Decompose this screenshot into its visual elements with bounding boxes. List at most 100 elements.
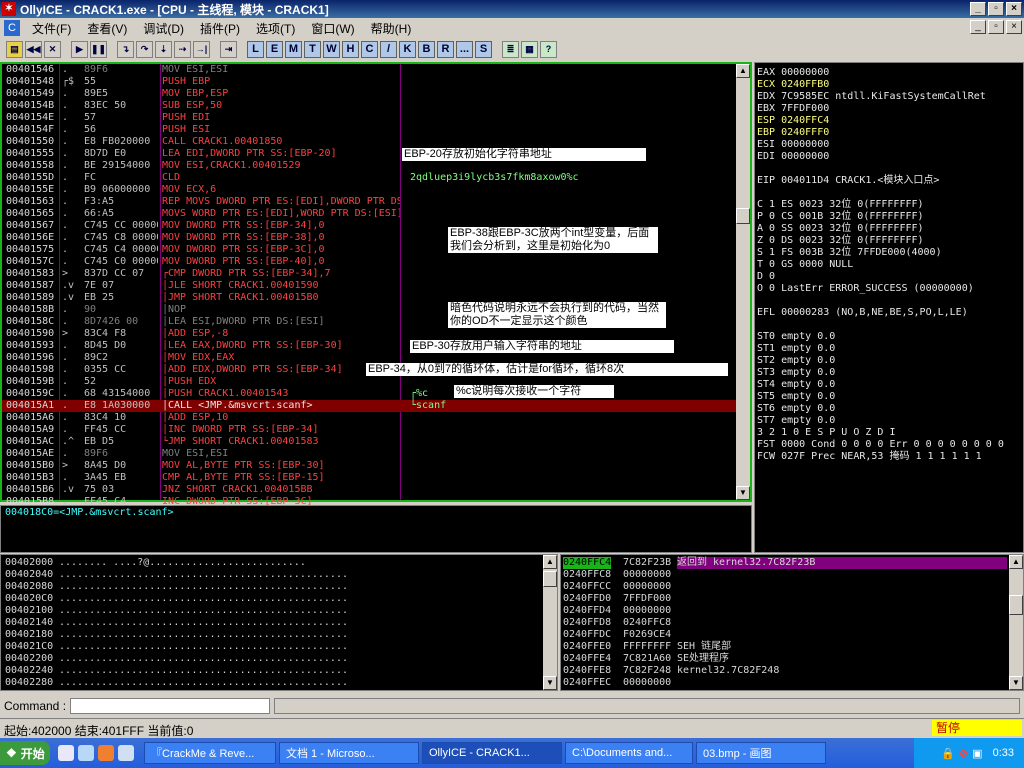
firefox-quicklaunch-icon[interactable]: [98, 745, 114, 761]
menu-file[interactable]: 文件(F): [24, 20, 79, 37]
register-row[interactable]: FST 0000 Cond 0 0 0 0 Err 0 0 0 0 0 0 0 …: [757, 439, 1004, 451]
close-button[interactable]: ×: [1006, 2, 1022, 16]
register-row[interactable]: Z 0 DS 0023 32位 0(FFFFFFFF): [757, 235, 924, 247]
threads-button[interactable]: T: [304, 40, 321, 58]
register-row[interactable]: EBX 7FFDF000: [757, 103, 829, 115]
menu-window[interactable]: 窗口(W): [303, 20, 362, 37]
stack-scrollbar[interactable]: ▲ ▼: [1009, 555, 1023, 690]
scroll-up-arrow-icon[interactable]: ▲: [543, 555, 557, 569]
disasm-row[interactable]: 00401563. F3:A5 REP MOVS DWORD PTR ES:[EDI…: [2, 196, 737, 208]
taskbar-item[interactable]: C:\Documents and...: [565, 742, 693, 764]
stack-row[interactable]: 0240FFE8 7C82F248 kernel32.7C82F248: [561, 665, 1007, 677]
register-row[interactable]: ST4 empty 0.0: [757, 379, 835, 391]
patches-button[interactable]: /: [380, 40, 397, 58]
cpu-button[interactable]: C: [361, 40, 378, 58]
disasm-row[interactable]: 00401558. BE 29154000 MOV ESI,CRACK1.00401…: [2, 160, 737, 172]
register-row[interactable]: 3 2 1 0 E S P U O Z D I: [757, 427, 895, 439]
register-row[interactable]: ESI 00000000: [757, 139, 829, 151]
register-row[interactable]: O 0 LastErr ERROR_SUCCESS (00000000): [757, 283, 974, 295]
disasm-row[interactable]: 0040155E. B9 06000000 MOV ECX,6: [2, 184, 737, 196]
trace-over-icon[interactable]: ⇢: [174, 40, 191, 58]
register-row[interactable]: EDI 00000000: [757, 151, 829, 163]
register-row[interactable]: EFL 00000283 (NO,B,NE,BE,S,PO,L,LE): [757, 307, 968, 319]
menu-debug[interactable]: 调试(D): [135, 20, 192, 37]
run-trace-button[interactable]: ...: [456, 40, 473, 58]
disasm-row[interactable]: 004015B0 >8A45 D0 MOV AL,BYTE PTR SS:[EBP-…: [2, 460, 737, 472]
disasm-row[interactable]: 00401550. E8 FB020000 CALL CRACK1.00401850: [2, 136, 737, 148]
registers-pane[interactable]: EAX 00000000 ECX 0240FFB0 EDX 7C9585EC ntd…: [754, 62, 1024, 553]
disasm-row[interactable]: 0040159B. 52 │PUSH EDX: [2, 376, 737, 388]
disasm-row[interactable]: 0040154F. 56 PUSH ESI: [2, 124, 737, 136]
log-window-button[interactable]: L: [247, 40, 264, 58]
register-row[interactable]: D 0: [757, 271, 775, 283]
stack-row[interactable]: 0240FFEC 00000000: [561, 677, 1007, 689]
stack-row[interactable]: 0240FFC8 00000000: [561, 569, 1007, 581]
register-row[interactable]: ST2 empty 0.0: [757, 355, 835, 367]
step-into-icon[interactable]: ↴: [117, 40, 134, 58]
register-row[interactable]: ESP 0240FFC4: [757, 115, 829, 127]
disasm-row[interactable]: 00401548 ┌$ 55 PUSH EBP: [2, 76, 737, 88]
network-icon[interactable]: ▣: [972, 747, 982, 760]
taskbar-item[interactable]: 03.bmp - 画图: [696, 742, 826, 764]
stack-row[interactable]: 0240FFE0 FFFFFFFF SEH 链尾部: [561, 641, 1007, 653]
open-icon[interactable]: ▤: [6, 40, 23, 58]
breakpoints-button[interactable]: B: [418, 40, 435, 58]
stack-row[interactable]: 0240FFDC F0269CE4: [561, 629, 1007, 641]
scroll-thumb[interactable]: [736, 208, 750, 224]
dump-row[interactable]: 00402080................................…: [1, 581, 541, 593]
memory-map-button[interactable]: M: [285, 40, 302, 58]
pause-icon[interactable]: ❚❚: [90, 40, 107, 58]
stack-row[interactable]: 0240FFE4 7C821A60 SE处理程序: [561, 653, 1007, 665]
windows-button[interactable]: W: [323, 40, 340, 58]
stack-row[interactable]: 0240FFCC 00000000: [561, 581, 1007, 593]
disasm-row[interactable]: 004015A9. FF45 CC │INC DWORD PTR SS:[EBP-3…: [2, 424, 737, 436]
register-row[interactable]: ST3 empty 0.0: [757, 367, 835, 379]
dump-row[interactable]: 00402040................................…: [1, 569, 541, 581]
register-row[interactable]: ST5 empty 0.0: [757, 391, 835, 403]
scroll-up-arrow-icon[interactable]: ▲: [1009, 555, 1023, 569]
dump-row[interactable]: 00402000 ........ ....?@.................…: [1, 557, 541, 569]
disasm-row[interactable]: 004015A6. 83C4 10 │ADD ESP,10: [2, 412, 737, 424]
disasm-row[interactable]: 004015AE. 89F6 MOV ESI,ESI: [2, 448, 737, 460]
child-minimize-button[interactable]: _: [970, 20, 986, 34]
disasm-row[interactable]: 004015B3. 3A45 EB CMP AL,BYTE PTR SS:[EBP-…: [2, 472, 737, 484]
register-row[interactable]: EBP 0240FFF0: [757, 127, 829, 139]
disasm-row[interactable]: 004015AC .^ EB D5 └JMP SHORT CRACK1.0040158…: [2, 436, 737, 448]
register-row[interactable]: EAX 00000000: [757, 67, 829, 79]
register-row[interactable]: ST0 empty 0.0: [757, 331, 835, 343]
run-icon[interactable]: ▶: [71, 40, 88, 58]
source-button[interactable]: S: [475, 40, 492, 58]
list-icon[interactable]: ≣: [502, 40, 519, 58]
disasm-row[interactable]: 00401583 >837D CC 07 ┌CMP DWORD PTR SS:[EB…: [2, 268, 737, 280]
register-row[interactable]: S 1 FS 003B 32位 7FFDE000(4000): [757, 247, 942, 259]
handles-button[interactable]: H: [342, 40, 359, 58]
scroll-down-arrow-icon[interactable]: ▼: [543, 676, 557, 690]
disasm-row[interactable]: 0040159C. 68 43154000 │PUSH CRACK1.0040154…: [2, 388, 737, 400]
command-input[interactable]: [70, 698, 271, 714]
child-restore-button[interactable]: ▫: [988, 20, 1004, 34]
register-row[interactable]: ST1 empty 0.0: [757, 343, 835, 355]
taskbar-item[interactable]: 『CrackMe & Reve...: [144, 742, 276, 764]
scroll-down-arrow-icon[interactable]: ▼: [736, 486, 750, 500]
dump-row[interactable]: 00402100................................…: [1, 605, 541, 617]
scroll-thumb[interactable]: [1009, 595, 1023, 615]
disassembly-pane[interactable]: 00401546. 89F6 MOV ESI,ESI 00401548 ┌$ 55 PUSH…: [0, 62, 752, 507]
start-button[interactable]: ❖ 开始: [0, 741, 50, 765]
disasm-row[interactable]: 0040154E. 57 PUSH EDI: [2, 112, 737, 124]
dump-row[interactable]: 00402280................................…: [1, 677, 541, 689]
disasm-row[interactable]: 00401587 .v 7E 07 │JLE SHORT CRACK1.0040159…: [2, 280, 737, 292]
memory-dump-pane[interactable]: 00402000 ........ ....?@.................…: [0, 554, 558, 691]
child-close-button[interactable]: ×: [1006, 20, 1022, 34]
stack-row[interactable]: 0240FFD0 7FFDF000: [561, 593, 1007, 605]
menu-plugins[interactable]: 插件(P): [192, 20, 248, 37]
register-row[interactable]: P 0 CS 001B 32位 0(FFFFFFFF): [757, 211, 924, 223]
register-row[interactable]: A 0 SS 0023 32位 0(FFFFFFFF): [757, 223, 924, 235]
scroll-thumb[interactable]: [543, 571, 557, 587]
explorer-quicklaunch-icon[interactable]: [118, 745, 134, 761]
options-icon[interactable]: ▦: [521, 40, 538, 58]
dump-row[interactable]: 004020C0................................…: [1, 593, 541, 605]
restore-button[interactable]: ▫: [988, 2, 1004, 16]
call-stack-button[interactable]: K: [399, 40, 416, 58]
lock-icon[interactable]: 🔒: [941, 747, 955, 760]
disasm-row[interactable]: 0040157C. C745 C0 00000 MOV DWORD PTR SS:[…: [2, 256, 737, 268]
